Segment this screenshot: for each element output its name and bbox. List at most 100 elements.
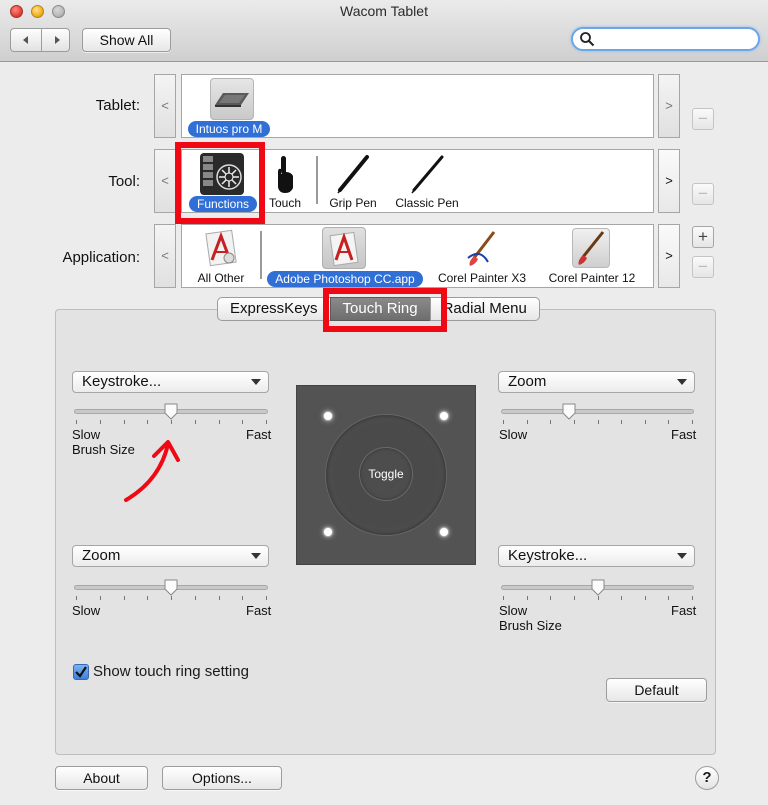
application-scroll-right[interactable]: >: [658, 224, 680, 288]
show-touch-ring-checkbox[interactable]: [73, 664, 89, 680]
tablet-item-label: Intuos pro M: [187, 121, 271, 137]
checkmark-icon: [75, 666, 87, 678]
ring-led-top-left: [324, 412, 332, 420]
top-left-fast-label: Fast: [246, 427, 272, 442]
bottom-left-function-popup[interactable]: Zoom: [72, 545, 269, 567]
application-scroll-left[interactable]: <: [154, 224, 176, 288]
chevron-down-icon: [677, 553, 687, 559]
top-right-slow-label: Slow: [499, 427, 528, 442]
forward-arrow-icon: [54, 36, 60, 44]
slider-tick: [195, 596, 196, 600]
tablet-icon: [210, 78, 254, 120]
slider-tick: [598, 420, 599, 424]
ring-led-top-right: [440, 412, 448, 420]
bottom-right-function-popup[interactable]: Keystroke...: [498, 545, 695, 567]
bottom-right-fast-label: Fast: [671, 603, 697, 618]
bottom-left-speed-slider[interactable]: [74, 579, 268, 602]
app-item-photoshop[interactable]: Adobe Photoshop CC.app: [264, 225, 426, 287]
slider-tick: [621, 596, 622, 600]
top-right-speed-slider[interactable]: [501, 403, 694, 426]
tool-item-functions[interactable]: Functions: [184, 150, 262, 212]
back-forward-control: [10, 28, 70, 52]
slider-tick: [645, 596, 646, 600]
bottom-right-slow-label: Slow: [499, 603, 528, 618]
tool-classic-pen-label: Classic Pen: [395, 196, 459, 210]
bottom-right-function-value: Keystroke...: [508, 547, 588, 564]
slider-tick: [645, 420, 646, 424]
touch-ring-toggle-button[interactable]: Toggle: [360, 448, 412, 500]
tool-item-classic-pen[interactable]: Classic Pen: [387, 150, 467, 212]
slider-knob[interactable]: [590, 579, 606, 597]
tool-strip: Functions Touch Grip Pen Classic Pen: [181, 149, 654, 213]
slider-knob[interactable]: [163, 403, 179, 421]
show-touch-ring-label: Show touch ring setting: [93, 663, 249, 680]
bottom-left-function-value: Zoom: [82, 547, 121, 564]
tool-functions-label: Functions: [188, 196, 258, 212]
tab-expresskeys[interactable]: ExpressKeys: [217, 297, 331, 321]
slider-tick: [668, 596, 669, 600]
slider-tick: [100, 596, 101, 600]
tool-divider: [316, 156, 318, 204]
forward-button[interactable]: [41, 29, 69, 51]
slider-tick: [124, 420, 125, 424]
slider-knob[interactable]: [561, 403, 577, 421]
remove-application-button[interactable]: −: [692, 256, 714, 278]
add-application-button[interactable]: +: [692, 226, 714, 248]
slider-tick: [219, 420, 220, 424]
app-item-all-other[interactable]: All Other: [186, 225, 256, 287]
slider-tick: [219, 596, 220, 600]
remove-tool-button[interactable]: −: [692, 183, 714, 205]
slider-tick: [527, 596, 528, 600]
slider-tick: [76, 596, 77, 600]
window-title: Wacom Tablet: [340, 3, 428, 19]
slider-tick: [503, 596, 504, 600]
slider-tick: [574, 596, 575, 600]
tool-item-touch[interactable]: Touch: [265, 150, 305, 212]
remove-tablet-button[interactable]: −: [692, 108, 714, 130]
tab-touch-ring[interactable]: Touch Ring: [329, 297, 431, 321]
default-button[interactable]: Default: [606, 678, 707, 702]
application-strip: All Other Adobe Photoshop CC.app Corel P…: [181, 224, 654, 288]
tool-scroll-left[interactable]: <: [154, 149, 176, 213]
tool-scroll-right[interactable]: >: [658, 149, 680, 213]
ring-led-bottom-left: [324, 528, 332, 536]
top-left-function-popup[interactable]: Keystroke...: [72, 371, 269, 393]
app-photoshop-label: Adobe Photoshop CC.app: [267, 271, 423, 287]
help-button[interactable]: ?: [695, 766, 719, 790]
ring-led-bottom-right: [440, 528, 448, 536]
tablet-scroll-left[interactable]: <: [154, 74, 176, 138]
about-button[interactable]: About: [55, 766, 148, 790]
back-button[interactable]: [11, 29, 41, 51]
slider-tick: [147, 596, 148, 600]
tool-item-grip-pen[interactable]: Grip Pen: [322, 150, 384, 212]
slider-tick: [503, 420, 504, 424]
touch-ring-graphic: Toggle: [296, 385, 476, 565]
slider-tick: [550, 596, 551, 600]
application-divider: [260, 231, 262, 279]
show-all-button[interactable]: Show All: [82, 28, 171, 52]
app-item-corel-painter-12[interactable]: Corel Painter 12: [538, 225, 646, 287]
tablet-scroll-right[interactable]: >: [658, 74, 680, 138]
tablet-item[interactable]: Intuos pro M: [186, 75, 272, 137]
bottom-left-fast-label: Fast: [246, 603, 272, 618]
top-right-function-value: Zoom: [508, 373, 547, 390]
top-left-speed-slider[interactable]: [74, 403, 268, 426]
tool-row-label: Tool:: [108, 173, 140, 190]
chevron-down-icon: [251, 553, 261, 559]
app-item-corel-painter-x3[interactable]: Corel Painter X3: [432, 225, 532, 287]
photoshop-app-icon: [322, 227, 366, 269]
slider-tick: [124, 596, 125, 600]
app-all-other-label: All Other: [197, 271, 245, 285]
touch-hand-icon: [278, 156, 293, 193]
top-right-function-popup[interactable]: Zoom: [498, 371, 695, 393]
slider-tick: [242, 596, 243, 600]
tab-radial-menu[interactable]: Radial Menu: [429, 297, 540, 321]
slider-knob[interactable]: [163, 579, 179, 597]
functions-icon: [200, 153, 244, 195]
slider-tick: [147, 420, 148, 424]
search-field[interactable]: [571, 27, 760, 51]
slider-tick: [266, 596, 267, 600]
app-corel-x3-label: Corel Painter X3: [437, 271, 527, 285]
options-button[interactable]: Options...: [162, 766, 282, 790]
bottom-right-speed-slider[interactable]: [501, 579, 694, 602]
